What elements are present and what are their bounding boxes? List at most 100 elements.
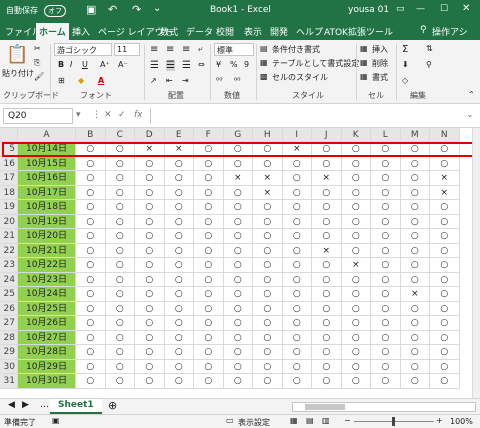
mark-cell[interactable]: ○ xyxy=(341,330,371,345)
format-painter-icon[interactable]: 🖌 xyxy=(34,72,44,81)
mark-cell[interactable]: ○ xyxy=(253,345,283,360)
sheet-overflow-icon[interactable]: … xyxy=(40,400,49,410)
mark-cell[interactable]: ○ xyxy=(371,200,401,215)
mark-cell[interactable]: ○ xyxy=(76,200,106,215)
mark-cell[interactable]: ○ xyxy=(400,156,430,171)
mark-cell[interactable]: ○ xyxy=(430,229,460,244)
next-sheet-icon[interactable]: ▶ xyxy=(22,400,29,410)
mark-cell[interactable]: ○ xyxy=(164,185,194,200)
orientation-icon[interactable]: ↗ xyxy=(150,76,157,85)
mark-cell[interactable]: ○ xyxy=(164,171,194,186)
mark-cell[interactable]: ○ xyxy=(371,374,401,389)
row-header[interactable]: 17 xyxy=(0,171,18,186)
mark-cell[interactable]: ○ xyxy=(223,258,253,273)
increase-font-icon[interactable]: A⁺ xyxy=(100,60,110,69)
date-cell[interactable]: 10月26日 xyxy=(18,316,76,331)
row-header[interactable]: 30 xyxy=(0,359,18,374)
ribbon-options-icon[interactable]: ▭ xyxy=(396,4,405,14)
mark-cell[interactable]: ○ xyxy=(223,214,253,229)
page-layout-view-icon[interactable]: ▤ xyxy=(306,416,314,425)
formula-input[interactable] xyxy=(150,108,476,124)
zoom-level[interactable]: 100% xyxy=(450,417,473,426)
date-cell[interactable]: 10月23日 xyxy=(18,272,76,287)
autosave-label[interactable]: 自動保存 xyxy=(6,5,38,16)
mark-cell[interactable]: ○ xyxy=(105,359,135,374)
cancel-entry-icon[interactable]: ✕ xyxy=(104,110,112,120)
mark-cell[interactable]: × xyxy=(341,258,371,273)
mark-cell[interactable]: ○ xyxy=(282,185,312,200)
decrease-indent-icon[interactable]: ⇤ xyxy=(166,76,173,85)
bold-icon[interactable]: B xyxy=(58,60,64,69)
mark-cell[interactable]: ○ xyxy=(282,229,312,244)
mark-cell[interactable]: ○ xyxy=(430,316,460,331)
mark-cell[interactable]: ○ xyxy=(400,301,430,316)
mark-cell[interactable]: ○ xyxy=(430,359,460,374)
mark-cell[interactable]: ○ xyxy=(105,345,135,360)
column-header-g[interactable]: G xyxy=(223,128,253,142)
mark-cell[interactable]: × xyxy=(430,185,460,200)
mark-cell[interactable]: × xyxy=(430,171,460,186)
zoom-out-button[interactable]: − xyxy=(344,416,351,425)
macro-record-icon[interactable]: ▣ xyxy=(52,416,60,425)
align-center-icon[interactable]: ☰ xyxy=(166,60,175,71)
mark-cell[interactable]: ○ xyxy=(164,301,194,316)
mark-cell[interactable]: ○ xyxy=(76,374,106,389)
mark-cell[interactable]: ○ xyxy=(282,287,312,302)
align-right-icon[interactable]: ☰ xyxy=(182,60,191,71)
mark-cell[interactable]: ○ xyxy=(76,214,106,229)
mark-cell[interactable]: × xyxy=(312,171,342,186)
autosave-toggle[interactable]: オフ xyxy=(44,5,66,17)
row-header[interactable]: 25 xyxy=(0,287,18,302)
mark-cell[interactable]: × xyxy=(223,171,253,186)
mark-cell[interactable]: ○ xyxy=(282,330,312,345)
mark-cell[interactable]: ○ xyxy=(282,301,312,316)
mark-cell[interactable]: ○ xyxy=(341,171,371,186)
normal-view-icon[interactable]: ▦ xyxy=(290,416,298,425)
mark-cell[interactable]: ○ xyxy=(135,200,165,215)
mark-cell[interactable]: ○ xyxy=(253,229,283,244)
paste-icon[interactable]: 📋 xyxy=(6,44,28,65)
mark-cell[interactable]: ○ xyxy=(164,156,194,171)
mark-cell[interactable]: ○ xyxy=(76,316,106,331)
mark-cell[interactable]: ○ xyxy=(341,301,371,316)
mark-cell[interactable]: ○ xyxy=(371,185,401,200)
column-header-b[interactable]: B xyxy=(76,128,106,142)
mark-cell[interactable]: ○ xyxy=(253,359,283,374)
maximize-icon[interactable]: ☐ xyxy=(440,4,448,14)
decrease-font-icon[interactable]: A⁻ xyxy=(118,60,128,69)
mark-cell[interactable]: ○ xyxy=(135,243,165,258)
mark-cell[interactable]: ○ xyxy=(371,345,401,360)
mark-cell[interactable]: ○ xyxy=(371,359,401,374)
date-cell[interactable]: 10月15日 xyxy=(18,156,76,171)
display-settings-icon[interactable]: ▭ xyxy=(226,416,234,425)
mark-cell[interactable]: ○ xyxy=(194,258,224,273)
mark-cell[interactable]: ○ xyxy=(135,258,165,273)
date-cell[interactable]: 10月20日 xyxy=(18,229,76,244)
mark-cell[interactable]: ○ xyxy=(371,272,401,287)
mark-cell[interactable]: ○ xyxy=(341,345,371,360)
worksheet-grid[interactable]: A B C D E F G H I J K L M N 5 10月14日 ○ ○ × × ○ ○ ○ × ○ ○ ○ ○ ○ 16 10月1… xyxy=(0,128,480,398)
prev-sheet-icon[interactable]: ◀ xyxy=(8,400,15,410)
minimize-icon[interactable]: — xyxy=(416,4,425,14)
mark-cell[interactable]: ○ xyxy=(194,301,224,316)
mark-cell[interactable]: ○ xyxy=(341,243,371,258)
column-header-d[interactable]: D xyxy=(135,128,165,142)
increase-decimal-icon[interactable]: ⁰⁰ xyxy=(216,76,222,85)
mark-cell[interactable]: ○ xyxy=(312,316,342,331)
column-header-c[interactable]: C xyxy=(105,128,135,142)
conditional-format-button[interactable]: 条件付き書式 xyxy=(272,44,320,55)
cell-styles-button[interactable]: セルのスタイル xyxy=(272,72,328,83)
close-icon[interactable]: ✕ xyxy=(462,3,470,14)
mark-cell[interactable]: ○ xyxy=(194,287,224,302)
date-cell[interactable]: 10月22日 xyxy=(18,258,76,273)
mark-cell[interactable]: ○ xyxy=(164,374,194,389)
mark-cell[interactable]: ○ xyxy=(135,214,165,229)
mark-cell[interactable]: ○ xyxy=(223,243,253,258)
mark-cell[interactable]: × xyxy=(253,185,283,200)
mark-cell[interactable]: ○ xyxy=(105,185,135,200)
mark-cell[interactable]: ○ xyxy=(253,316,283,331)
display-settings-button[interactable]: 表示設定 xyxy=(238,417,270,428)
delete-cells-icon[interactable]: ▦ xyxy=(360,58,368,67)
mark-cell[interactable]: ○ xyxy=(400,258,430,273)
expand-formula-icon[interactable]: ⌄ xyxy=(466,110,474,120)
